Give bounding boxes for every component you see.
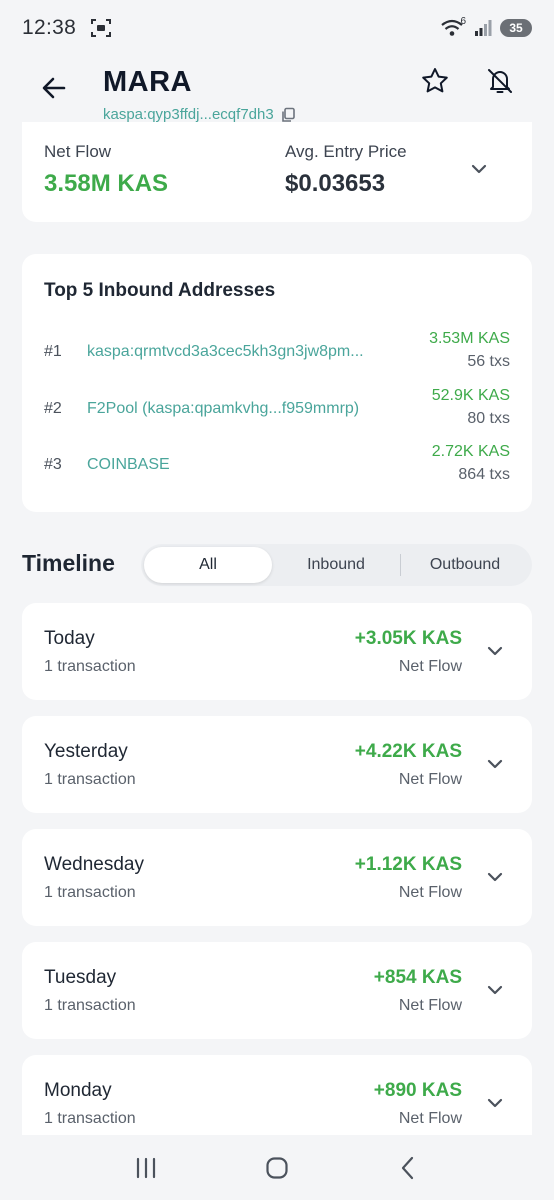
bell-off-icon[interactable] xyxy=(485,66,515,96)
inbound-row[interactable]: #3 COINBASE 2.72K KAS 864 txs xyxy=(22,443,532,491)
system-nav-bar xyxy=(0,1135,554,1200)
status-bar: 12:38 6 35 xyxy=(0,0,554,56)
page-title: MARA xyxy=(103,66,192,98)
summary-card: Net Flow 3.58M KAS Avg. Entry Price $0.0… xyxy=(22,122,532,222)
day-name: Tuesday xyxy=(44,967,117,988)
home-icon xyxy=(266,1156,288,1179)
recent-apps-icon xyxy=(136,1157,155,1178)
day-name: Monday xyxy=(44,1080,112,1101)
signal-icon xyxy=(475,20,492,36)
inbound-txs: 80 txs xyxy=(467,410,510,427)
chevron-down-icon[interactable] xyxy=(484,979,506,1001)
inbound-row[interactable]: #2 F2Pool (kaspa:qpamkvhg...f959mmrp) 52… xyxy=(22,387,532,435)
top-inbound-card: Top 5 Inbound Addresses #1 kaspa:qrmtvcd… xyxy=(22,254,532,512)
day-net-amount: +1.12K KAS xyxy=(354,854,462,875)
tab-inbound[interactable]: Inbound xyxy=(272,547,400,583)
screen-recorder-icon xyxy=(91,19,112,37)
status-right: 6 35 xyxy=(440,15,532,38)
inbound-title: Top 5 Inbound Addresses xyxy=(44,280,276,301)
inbound-address-link[interactable]: kaspa:qrmtvcd3a3cec5kh3gn3jw8pm... xyxy=(87,343,407,361)
timeline-title: Timeline xyxy=(22,550,115,576)
day-name: Wednesday xyxy=(44,854,144,875)
recent-apps-button[interactable] xyxy=(131,1153,161,1183)
inbound-txs: 864 txs xyxy=(458,466,510,483)
inbound-txs: 56 txs xyxy=(467,353,510,370)
tab-all[interactable]: All xyxy=(144,547,272,583)
star-icon[interactable] xyxy=(420,66,450,96)
inbound-rank: #1 xyxy=(44,343,62,360)
inbound-rank: #3 xyxy=(44,456,62,473)
wallet-address[interactable]: kaspa:qyp3ffdj...ecqf7dh3 xyxy=(103,106,296,123)
timeline-day-card[interactable]: Today 1 transaction +3.05K KAS Net Flow xyxy=(22,603,532,700)
timeline-filter-tabs: All Inbound Outbound xyxy=(141,544,532,586)
wallet-address-text: kaspa:qyp3ffdj...ecqf7dh3 xyxy=(103,106,274,123)
inbound-address-link[interactable]: COINBASE xyxy=(87,456,407,474)
day-name: Yesterday xyxy=(44,741,128,762)
entry-price-label: Avg. Entry Price xyxy=(285,142,407,161)
day-transaction-count: 1 transaction xyxy=(44,658,136,675)
day-transaction-count: 1 transaction xyxy=(44,771,136,788)
chevron-down-icon[interactable] xyxy=(484,640,506,662)
day-net-amount: +890 KAS xyxy=(373,1080,462,1101)
back-chevron-icon xyxy=(402,1156,414,1179)
day-net-amount: +3.05K KAS xyxy=(354,628,462,649)
inbound-amount: 2.72K KAS xyxy=(431,443,510,460)
day-net-flow-label: Net Flow xyxy=(398,658,462,675)
back-button[interactable] xyxy=(393,1153,423,1183)
inbound-amount: 3.53M KAS xyxy=(429,330,510,347)
chevron-down-icon[interactable] xyxy=(484,1092,506,1114)
timeline-day-card[interactable]: Wednesday 1 transaction +1.12K KAS Net F… xyxy=(22,829,532,926)
tab-outbound[interactable]: Outbound xyxy=(401,547,529,583)
inbound-rank: #2 xyxy=(44,400,62,417)
copy-icon[interactable] xyxy=(280,107,296,123)
home-button[interactable] xyxy=(262,1153,292,1183)
chevron-down-icon[interactable] xyxy=(484,753,506,775)
battery-icon: 35 xyxy=(500,19,532,37)
day-transaction-count: 1 transaction xyxy=(44,1110,136,1127)
inbound-row[interactable]: #1 kaspa:qrmtvcd3a3cec5kh3gn3jw8pm... 3.… xyxy=(22,330,532,378)
day-net-flow-label: Net Flow xyxy=(398,1110,462,1127)
status-time: 12:38 xyxy=(22,16,77,39)
chevron-down-icon[interactable] xyxy=(484,866,506,888)
day-net-amount: +854 KAS xyxy=(373,967,462,988)
net-flow-value: 3.58M KAS xyxy=(44,170,169,197)
chevron-down-icon[interactable] xyxy=(468,158,490,180)
net-flow-label: Net Flow xyxy=(44,142,112,161)
timeline-day-card[interactable]: Yesterday 1 transaction +4.22K KAS Net F… xyxy=(22,716,532,813)
back-arrow-icon[interactable] xyxy=(38,72,70,104)
entry-price-value: $0.03653 xyxy=(285,170,386,197)
day-transaction-count: 1 transaction xyxy=(44,997,136,1014)
timeline-day-card[interactable]: Tuesday 1 transaction +854 KAS Net Flow xyxy=(22,942,532,1039)
wallet-header: MARA kaspa:qyp3ffdj...ecqf7dh3 xyxy=(0,56,554,126)
day-name: Today xyxy=(44,628,95,649)
day-net-flow-label: Net Flow xyxy=(398,771,462,788)
day-net-amount: +4.22K KAS xyxy=(354,741,462,762)
inbound-address-link[interactable]: F2Pool (kaspa:qpamkvhg...f959mmrp) xyxy=(87,400,407,418)
inbound-amount: 52.9K KAS xyxy=(431,387,510,404)
wifi-badge: 6 xyxy=(460,15,466,27)
day-net-flow-label: Net Flow xyxy=(398,884,462,901)
day-transaction-count: 1 transaction xyxy=(44,884,136,901)
day-net-flow-label: Net Flow xyxy=(398,997,462,1014)
